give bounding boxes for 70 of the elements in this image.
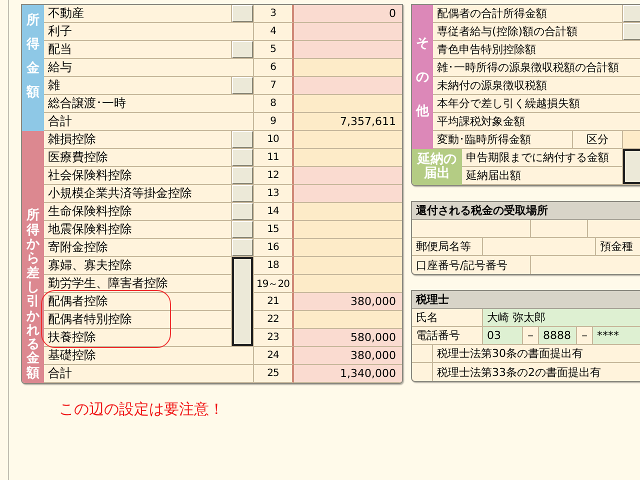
row-label: 配偶者控除	[44, 293, 232, 311]
amount-field[interactable]	[294, 167, 402, 185]
row-button[interactable]	[232, 257, 253, 346]
amount-field[interactable]	[294, 239, 402, 257]
amount-field[interactable]	[294, 257, 402, 275]
amount-field[interactable]	[294, 203, 402, 221]
field-label: 預金種	[596, 238, 640, 255]
row-label: 雑損控除	[44, 131, 232, 149]
amount-field[interactable]: 380,000	[294, 347, 402, 365]
checkbox-label: 税理士法第30条の書面提出有	[433, 345, 640, 362]
row-label: 生命保険料控除	[44, 203, 232, 221]
amount-field[interactable]	[294, 149, 402, 167]
row-label: 配偶者の合計所得金額	[433, 5, 623, 23]
row-label: 青色申告特別控除額	[433, 41, 640, 59]
row-label: 雑	[44, 77, 232, 95]
row-label: 社会保険料控除	[44, 167, 232, 185]
category-label: 所得から差し引かれる金額	[26, 209, 40, 381]
section-title: 税理士	[412, 291, 640, 309]
amount-field[interactable]	[294, 41, 402, 59]
row-label: 寡婦、寡夫控除	[44, 257, 232, 275]
category-label: 所得金額	[26, 12, 40, 102]
warning-note: この辺の設定は要注意！	[59, 400, 224, 419]
amount-field[interactable]	[294, 185, 402, 203]
row-label: 合計	[44, 113, 254, 131]
category-label: その他	[416, 35, 429, 121]
row-label: 基礎控除	[44, 347, 254, 365]
amount-field[interactable]	[294, 131, 402, 149]
field-label: 口座番号/記号番号	[412, 256, 531, 274]
row-label: 寄附金控除	[44, 239, 232, 257]
row-label: 配当	[44, 41, 232, 59]
row-label: 勤労学生、障害者控除	[44, 275, 232, 293]
row-label: 雑･一時所得の源泉徴収税額の合計額	[433, 59, 640, 77]
column-label: 区分	[572, 131, 622, 148]
amount-field[interactable]	[294, 23, 402, 41]
name-field[interactable]: 大崎 弥太郎	[483, 309, 640, 326]
row-label: 総合譲渡･一時	[44, 95, 254, 113]
phone-field[interactable]: ****	[593, 327, 640, 344]
amount-field[interactable]: 1,340,000	[294, 365, 402, 383]
row-label: 本年分で差し引く繰越損失額	[433, 95, 640, 113]
row-label: 配偶者特別控除	[44, 311, 232, 329]
phone-field[interactable]: 8888	[539, 327, 577, 344]
row-label: 地震保険料控除	[44, 221, 232, 239]
amount-field[interactable]	[294, 59, 402, 77]
amount-field[interactable]: 380,000	[294, 293, 402, 311]
amount-field[interactable]	[294, 311, 402, 329]
amount-field[interactable]: 0	[294, 5, 402, 23]
row-label: 平均課税対象金額	[433, 113, 640, 131]
row-label: 扶養控除	[44, 329, 232, 347]
amount-field[interactable]	[294, 221, 402, 239]
row-label: 延納届出額	[462, 167, 623, 185]
row-label: 給与	[44, 59, 254, 77]
row-label: 未納付の源泉徴収税額	[433, 77, 640, 95]
amount-field[interactable]	[294, 77, 402, 95]
amount-field[interactable]	[294, 275, 402, 293]
row-label: 不動産	[44, 5, 232, 23]
amount-field[interactable]: 7,357,611	[294, 113, 402, 131]
section-title: 還付される税金の受取場所	[412, 202, 640, 220]
category-label: 延納の届出	[416, 152, 458, 182]
row-label: 小規模企業共済等掛金控除	[44, 185, 232, 203]
row-label: 医療費控除	[44, 149, 232, 167]
row-label: 変動･臨時所得金額	[437, 132, 532, 147]
checkbox-label: 税理士法第33条の2の書面提出有	[433, 363, 640, 381]
row-label: 専従者給与(控除)額の合計額	[433, 23, 623, 41]
row-label: 合計	[44, 365, 254, 383]
field-label: 郵便局名等	[412, 238, 483, 255]
amount-field[interactable]: 580,000	[294, 329, 402, 347]
amount-field[interactable]	[294, 95, 402, 113]
row-label: 利子	[44, 23, 254, 41]
row-label: 申告期限までに納付する金額	[462, 149, 623, 167]
phone-field[interactable]: 03	[483, 327, 523, 344]
